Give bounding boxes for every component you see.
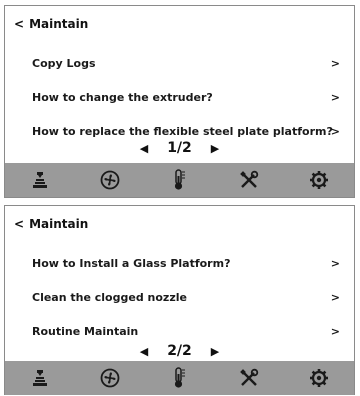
screen-header: < Maintain [14, 217, 88, 231]
menu-item-copy-logs[interactable]: Copy Logs > [5, 50, 354, 80]
menu-item-label: How to Install a Glass Platform? [32, 257, 231, 270]
prev-page-button[interactable]: ◀ [140, 345, 148, 358]
maintain-screen-page-1: < Maintain Copy Logs > How to change the… [4, 5, 355, 198]
screen-header: < Maintain [14, 17, 88, 31]
menu-item-label: How to replace the flexible steel plate … [32, 125, 333, 138]
print-icon[interactable] [25, 364, 55, 392]
thermometer-icon[interactable] [164, 364, 194, 392]
thermometer-icon[interactable] [164, 166, 194, 194]
pagination: ◀ 1/2 ▶ [5, 139, 354, 157]
menu-item-change-extruder[interactable]: How to change the extruder? > [5, 84, 354, 114]
bottom-toolbar [5, 361, 354, 395]
fan-icon[interactable] [95, 364, 125, 392]
maintain-screen-page-2: < Maintain How to Install a Glass Platfo… [4, 205, 355, 395]
page-title: Maintain [29, 17, 89, 31]
page-indicator: 2/2 [167, 343, 192, 359]
chevron-right-icon: > [330, 257, 340, 270]
menu-item-label: Clean the clogged nozzle [32, 291, 187, 304]
bottom-toolbar [5, 163, 354, 197]
menu-item-label: How to change the extruder? [32, 91, 213, 104]
settings-gear-icon[interactable] [304, 364, 334, 392]
fan-icon[interactable] [95, 166, 125, 194]
menu-item-label: Routine Maintain [32, 325, 139, 338]
chevron-right-icon: > [330, 91, 340, 104]
next-page-button[interactable]: ▶ [211, 345, 219, 358]
next-page-button[interactable]: ▶ [211, 142, 219, 155]
settings-gear-icon[interactable] [304, 166, 334, 194]
page-indicator: 1/2 [167, 140, 192, 156]
menu-item-clean-nozzle[interactable]: Clean the clogged nozzle > [5, 284, 354, 314]
print-icon[interactable] [25, 166, 55, 194]
chevron-right-icon: > [330, 325, 340, 338]
tools-icon[interactable] [234, 364, 264, 392]
prev-page-button[interactable]: ◀ [140, 142, 148, 155]
chevron-right-icon: > [330, 125, 340, 138]
chevron-right-icon: > [330, 291, 340, 304]
back-button[interactable]: < [14, 17, 24, 31]
tools-icon[interactable] [234, 166, 264, 194]
chevron-right-icon: > [330, 57, 340, 70]
menu-item-install-glass-platform[interactable]: How to Install a Glass Platform? > [5, 250, 354, 280]
pagination: ◀ 2/2 ▶ [5, 342, 354, 360]
menu-item-label: Copy Logs [32, 57, 96, 70]
back-button[interactable]: < [14, 217, 24, 231]
page-title: Maintain [29, 217, 89, 231]
